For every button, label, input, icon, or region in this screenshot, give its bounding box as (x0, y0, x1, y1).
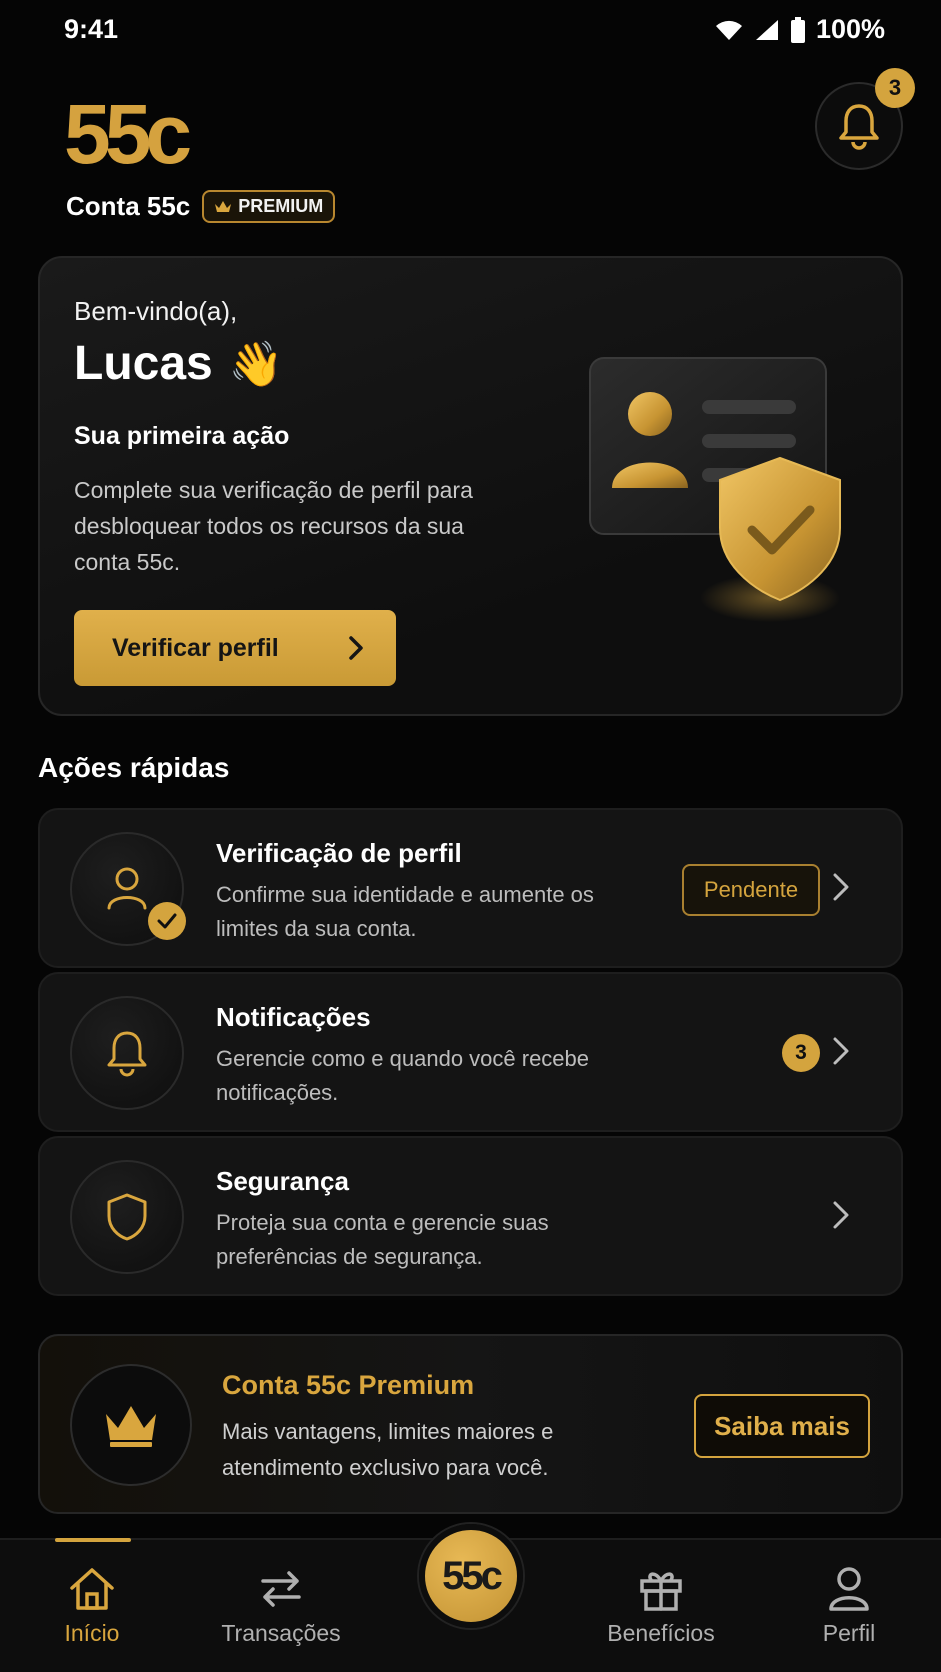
status-icons: 100% (714, 14, 885, 45)
account-name: Conta 55c (66, 191, 191, 221)
check-badge-icon (148, 902, 186, 940)
quick-action-profile-verification[interactable]: Verificação de perfil Confirme sua ident… (38, 808, 903, 968)
wave-emoji: 👋 (228, 339, 284, 389)
account-row: Conta 55c PREMIUM (66, 190, 336, 223)
nav-label: Transações (221, 1620, 341, 1646)
status-time: 9:41 (64, 14, 119, 44)
pending-status-badge: Pendente (682, 864, 820, 916)
chevron-right-icon (833, 1201, 849, 1229)
premium-promo-card: Conta 55c Premium Mais vantagens, limite… (38, 1334, 903, 1514)
action-title: Notificações (216, 1002, 371, 1032)
quick-action-security[interactable]: Segurança Proteja sua conta e gerencie s… (38, 1136, 903, 1296)
id-card-shield-illustration (589, 357, 841, 622)
notification-count-badge: 3 (782, 1034, 820, 1072)
battery-percent: 100% (815, 14, 885, 44)
first-action-title: Sua primeira ação (74, 422, 290, 450)
signal-icon (755, 19, 778, 40)
premium-label: PREMIUM (238, 196, 324, 216)
verify-profile-label: Verificar perfil (112, 633, 279, 662)
battery-icon (790, 16, 805, 43)
person-icon (829, 1567, 869, 1611)
welcome-description: Complete sua verificação de perfil para … (74, 477, 473, 575)
brand-logo: 55c (64, 87, 192, 181)
action-title: Segurança (216, 1166, 349, 1196)
welcome-greeting: Bem-vindo(a), (74, 296, 238, 326)
premium-icon-circle (70, 1364, 192, 1486)
premium-description: Mais vantagens, limites maiores e atendi… (222, 1419, 554, 1480)
welcome-card: Bem-vindo(a), Lucas 👋 Sua primeira ação … (38, 256, 903, 716)
action-description: Confirme sua identidade e aumente os lim… (216, 882, 594, 941)
welcome-name-row: Lucas 👋 (74, 336, 284, 391)
action-description: Proteja sua conta e gerencie suas prefer… (216, 1210, 549, 1269)
status-bar: 9:41 100% (0, 0, 941, 60)
chevron-right-icon (833, 1037, 849, 1065)
action-icon-circle (70, 996, 184, 1110)
chevron-right-icon (833, 873, 849, 901)
nav-label: Perfil (822, 1620, 876, 1646)
learn-more-button[interactable]: Saiba mais (694, 1394, 870, 1458)
notification-count-badge: 3 (875, 68, 915, 108)
crown-icon (215, 200, 232, 212)
chevron-right-icon (349, 636, 363, 660)
quick-actions-title: Ações rápidas (38, 752, 230, 783)
transfer-icon (261, 1571, 301, 1607)
nav-item-inicio[interactable]: Início (12, 1566, 172, 1647)
crown-icon (106, 1406, 156, 1447)
nav-item-perfil[interactable]: Perfil (769, 1566, 929, 1647)
bell-icon (107, 1031, 147, 1077)
user-name: Lucas (74, 337, 213, 390)
active-tab-indicator (55, 1538, 131, 1542)
nav-label: Início (64, 1620, 120, 1646)
bell-icon (839, 104, 879, 150)
home-icon (70, 1568, 114, 1610)
user-verify-icon (107, 867, 147, 910)
nav-item-transacoes[interactable]: Transações (201, 1566, 361, 1647)
bottom-navigation: Início Transações 55c Benefícios Perfil (0, 1524, 941, 1672)
nav-label: Benefícios (607, 1620, 715, 1646)
shield-icon (107, 1193, 147, 1241)
action-icon-circle (70, 832, 186, 946)
nav-center-logo-button[interactable]: 55c (419, 1524, 523, 1628)
action-description: Gerencie como e quando você recebe notif… (216, 1046, 590, 1105)
verify-profile-button[interactable]: Verificar perfil (74, 610, 396, 686)
gift-icon (640, 1572, 682, 1611)
action-title: Verificação de perfil (216, 838, 462, 868)
wifi-icon (715, 20, 742, 40)
action-icon-circle (70, 1160, 184, 1274)
premium-badge: PREMIUM (202, 190, 336, 223)
nav-item-beneficios[interactable]: Benefícios (581, 1566, 741, 1647)
quick-action-notifications[interactable]: Notificações Gerencie como e quando você… (38, 972, 903, 1132)
premium-title: Conta 55c Premium (222, 1370, 475, 1400)
